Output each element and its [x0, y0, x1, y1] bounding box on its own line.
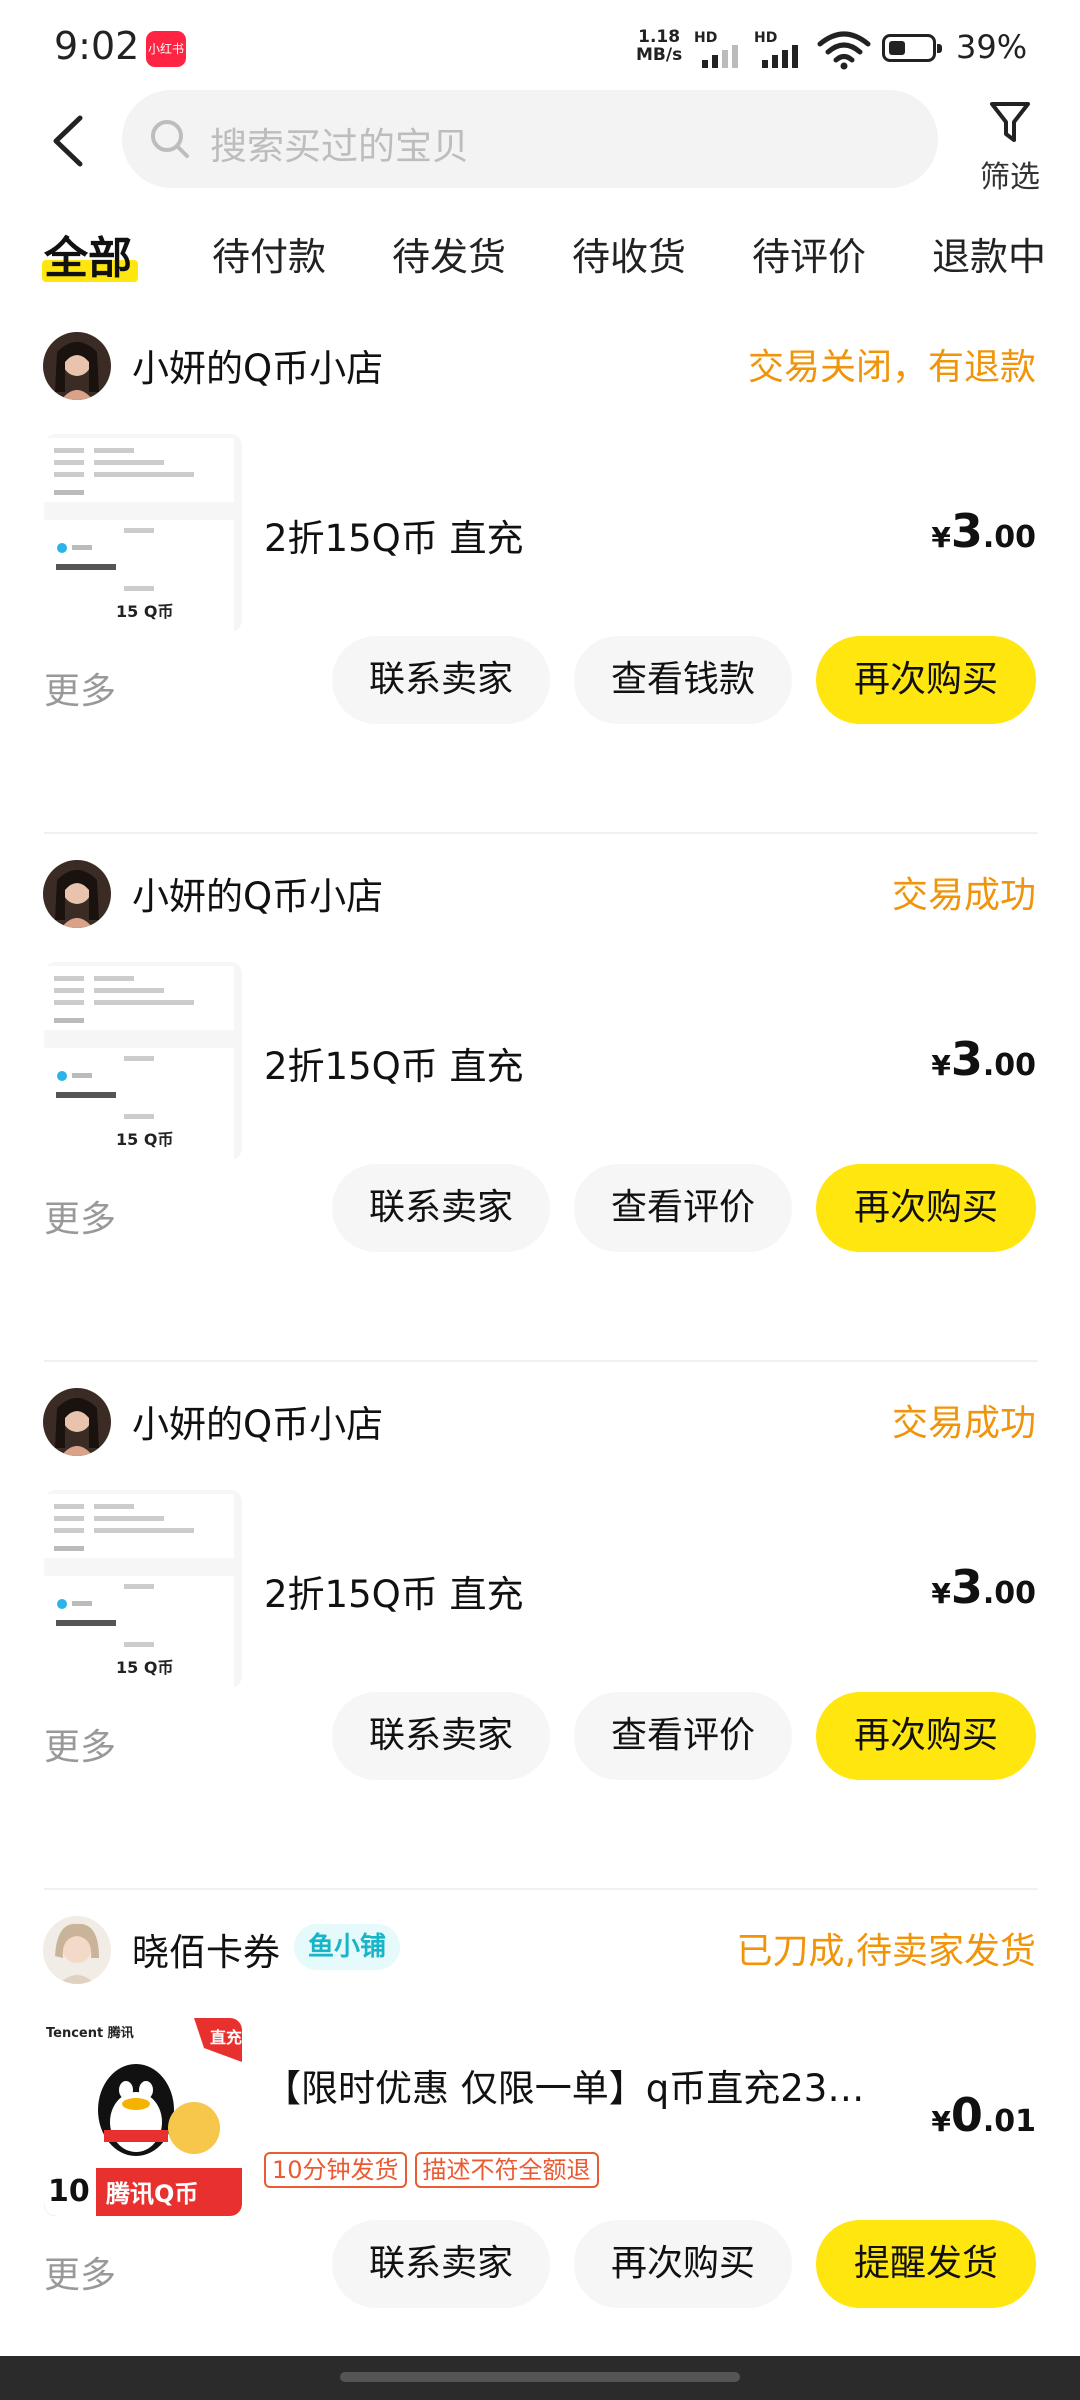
more-button[interactable]: 更多: [44, 1190, 116, 1242]
order-tabs: 全部 待付款 待发货 待收货 待评价 退款中: [0, 218, 1080, 298]
product-price: ¥3.00: [931, 1032, 1036, 1086]
home-indicator[interactable]: [340, 2372, 740, 2382]
order-list-page: 9:02 小红书 1.18 MB/s HD HD 39% 搜索买过的宝贝 筛选 …: [0, 0, 1080, 2400]
product-thumbnail[interactable]: 15 Q币: [44, 962, 242, 1160]
tab-all[interactable]: 全部: [44, 222, 132, 286]
thumbnail-number: 10: [48, 2174, 90, 2209]
status-time: 9:02: [54, 24, 140, 68]
shop-avatar[interactable]: [43, 1916, 111, 1984]
header: 搜索买过的宝贝 筛选: [0, 88, 1080, 198]
product-price: ¥0.01: [931, 2088, 1036, 2142]
buy-again-button[interactable]: 再次购买: [816, 1692, 1036, 1780]
product-thumbnail[interactable]: 15 Q币: [44, 1490, 242, 1688]
contact-seller-button[interactable]: 联系卖家: [332, 636, 550, 724]
battery-fill: [889, 41, 905, 55]
more-button[interactable]: 更多: [44, 1718, 116, 1770]
product-title[interactable]: 2折15Q币 直充: [264, 508, 524, 562]
tab-pending-payment[interactable]: 待付款: [212, 226, 326, 281]
cell-signal-1-icon: HD: [694, 30, 748, 68]
filter-button[interactable]: 筛选: [962, 96, 1058, 195]
thumbnail-caption: 15 Q币: [116, 602, 174, 621]
tab-pending-review[interactable]: 待评价: [752, 226, 866, 281]
thumbnail-caption: 15 Q币: [116, 1130, 174, 1149]
product-price: ¥3.00: [931, 504, 1036, 558]
thumbnail-brand: Tencent 腾讯: [46, 2026, 134, 2041]
order-card[interactable]: 小妍的Q币小店 交易成功 15 Q币 2折15Q币 直充 ¥3.00 更多 联系…: [0, 834, 1080, 1362]
remind-shipment-button[interactable]: 提醒发货: [816, 2220, 1036, 2308]
buy-again-button[interactable]: 再次购买: [574, 2220, 792, 2308]
network-speed-unit: MB/s: [636, 45, 683, 65]
product-title[interactable]: 2折15Q币 直充: [264, 1564, 524, 1618]
filter-funnel-icon: [990, 102, 1030, 142]
product-title[interactable]: 2折15Q币 直充: [264, 1036, 524, 1090]
tab-pending-shipment[interactable]: 待发货: [392, 226, 506, 281]
contact-seller-button[interactable]: 联系卖家: [332, 2220, 550, 2308]
back-arrow-icon: [53, 115, 83, 167]
status-bar: 9:02 小红书 1.18 MB/s HD HD 39%: [0, 0, 1080, 96]
more-button[interactable]: 更多: [44, 662, 116, 714]
contact-seller-button[interactable]: 联系卖家: [332, 1692, 550, 1780]
shop-avatar[interactable]: [43, 332, 111, 400]
order-card[interactable]: 小妍的Q币小店 交易关闭，有退款 15 Q币 2折15Q币 直充 ¥3.00 更…: [0, 306, 1080, 834]
shop-name[interactable]: 晓佰卡券: [132, 1922, 280, 1976]
search-placeholder: 搜索买过的宝贝: [210, 125, 469, 168]
view-review-button[interactable]: 查看评价: [574, 1164, 792, 1252]
buy-again-button[interactable]: 再次购买: [816, 636, 1036, 724]
shop-avatar[interactable]: [43, 1388, 111, 1456]
shop-name[interactable]: 小妍的Q币小店: [132, 866, 383, 920]
shop-avatar[interactable]: [43, 860, 111, 928]
buy-again-button[interactable]: 再次购买: [816, 1164, 1036, 1252]
filter-label: 筛选: [980, 160, 1040, 195]
view-payment-button[interactable]: 查看钱款: [574, 636, 792, 724]
wifi-icon: [817, 31, 871, 70]
product-tag: 描述不符全额退: [414, 2152, 599, 2188]
more-button[interactable]: 更多: [44, 2246, 116, 2298]
shop-name[interactable]: 小妍的Q币小店: [132, 338, 383, 392]
product-tags: 10分钟发货 描述不符全额退: [264, 2152, 607, 2188]
contact-seller-button[interactable]: 联系卖家: [332, 1164, 550, 1252]
product-tag: 10分钟发货: [264, 2152, 407, 2188]
back-button[interactable]: [40, 106, 104, 176]
order-status: 已刀成,待卖家发货: [736, 1931, 1036, 1972]
product-price: ¥3.00: [931, 1560, 1036, 1614]
search-input[interactable]: 搜索买过的宝贝: [122, 90, 938, 188]
shop-name[interactable]: 小妍的Q币小店: [132, 1394, 383, 1448]
tab-refunding[interactable]: 退款中: [932, 226, 1046, 281]
thumbnail-title: 腾讯Q币: [106, 2180, 199, 2208]
order-status: 交易关闭，有退款: [747, 347, 1036, 388]
search-icon: [151, 120, 189, 158]
order-status: 交易成功: [891, 875, 1036, 916]
network-speed: 1.18 MB/s: [636, 28, 682, 64]
tab-pending-receipt[interactable]: 待收货: [572, 226, 686, 281]
product-thumbnail[interactable]: 15 Q币: [44, 434, 242, 632]
thumbnail-caption: 15 Q币: [116, 1658, 174, 1677]
order-status: 交易成功: [891, 1403, 1036, 1444]
battery-icon: [882, 34, 942, 62]
order-card[interactable]: 晓佰卡券 鱼小铺 已刀成,待卖家发货 Tencent 腾讯 直充 10 腾讯Q币…: [0, 1890, 1080, 2400]
xiaohongshu-app-icon: 小红书: [146, 31, 186, 67]
order-card[interactable]: 小妍的Q币小店 交易成功 15 Q币 2折15Q币 直充 ¥3.00 更多 联系…: [0, 1362, 1080, 1890]
thumbnail-corner-label: 直充: [210, 2028, 242, 2047]
product-thumbnail[interactable]: Tencent 腾讯 直充 10 腾讯Q币: [44, 2018, 242, 2216]
cell-signal-2-icon: HD: [754, 30, 808, 68]
product-title[interactable]: 【限时优惠 仅限一单】q币直充23…: [264, 2058, 894, 2112]
view-review-button[interactable]: 查看评价: [574, 1692, 792, 1780]
shop-tag-badge: 鱼小铺: [294, 1924, 401, 1970]
battery-percent: 39%: [956, 28, 1028, 66]
network-speed-value: 1.18: [638, 27, 681, 47]
